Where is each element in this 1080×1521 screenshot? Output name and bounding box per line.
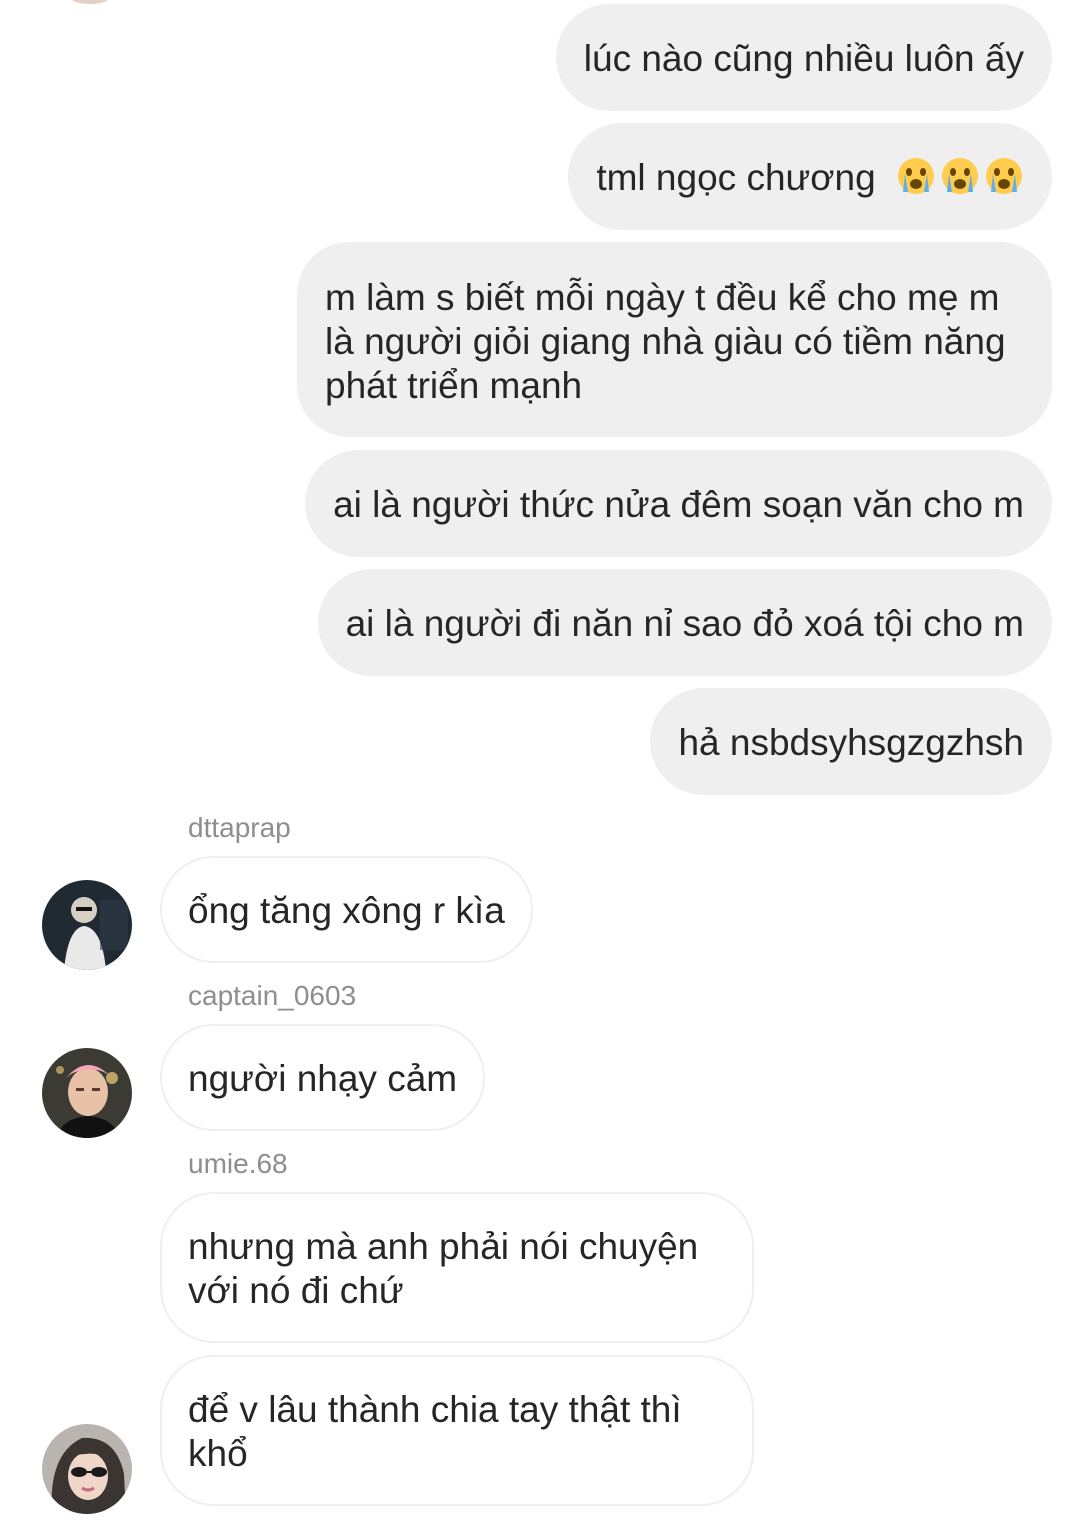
message-text: lúc nào cũng nhiều luôn ấy (583, 38, 1024, 79)
message-text: ai là người thức nửa đêm soạn văn cho m (333, 484, 1024, 525)
outgoing-message[interactable]: m làm s biết mỗi ngày t đều kể cho mẹ m … (297, 242, 1052, 437)
sender-name: dttaprap (188, 812, 291, 843)
avatar[interactable] (42, 880, 132, 970)
crying-emoji-icon (892, 157, 1024, 198)
outgoing-message[interactable]: hả nsbdsyhsgzgzhsh (650, 688, 1052, 795)
incoming-message[interactable]: người nhạy cảm (160, 1024, 486, 1131)
sender-name: captain_0603 (188, 980, 357, 1011)
sender-name: umie.68 (188, 1148, 288, 1179)
avatar[interactable] (42, 1424, 132, 1514)
outgoing-message[interactable]: ai là người thức nửa đêm soạn văn cho m (305, 450, 1052, 557)
outgoing-message[interactable]: tml ngọc chương 😭😭😭 (568, 123, 1052, 230)
outgoing-message[interactable]: ai là người đi năn nỉ sao đỏ xoá tội cho… (317, 569, 1052, 676)
outgoing-message[interactable]: lúc nào cũng nhiều luôn ấy (555, 4, 1052, 111)
incoming-message[interactable]: để v lâu thành chia tay thật thì khổ (160, 1355, 754, 1506)
incoming-message[interactable]: ổng tăng xông r kìa (160, 856, 533, 963)
message-text: hả nsbdsyhsgzgzhsh (678, 722, 1024, 763)
message-text: để v lâu thành chia tay thật thì khổ (188, 1389, 682, 1474)
message-text: m làm s biết mỗi ngày t đều kể cho mẹ m … (325, 277, 1006, 406)
avatar-partial (70, 0, 110, 4)
avatar[interactable] (42, 1048, 132, 1138)
message-text: ai là người đi năn nỉ sao đỏ xoá tội cho… (345, 603, 1024, 644)
message-text: tml ngọc chương (596, 157, 876, 198)
incoming-message[interactable]: nhưng mà anh phải nói chuyện với nó đi c… (160, 1192, 754, 1343)
message-text: nhưng mà anh phải nói chuyện với nó đi c… (188, 1226, 699, 1311)
message-text: người nhạy cảm (188, 1058, 458, 1099)
message-text: ổng tăng xông r kìa (188, 890, 505, 931)
